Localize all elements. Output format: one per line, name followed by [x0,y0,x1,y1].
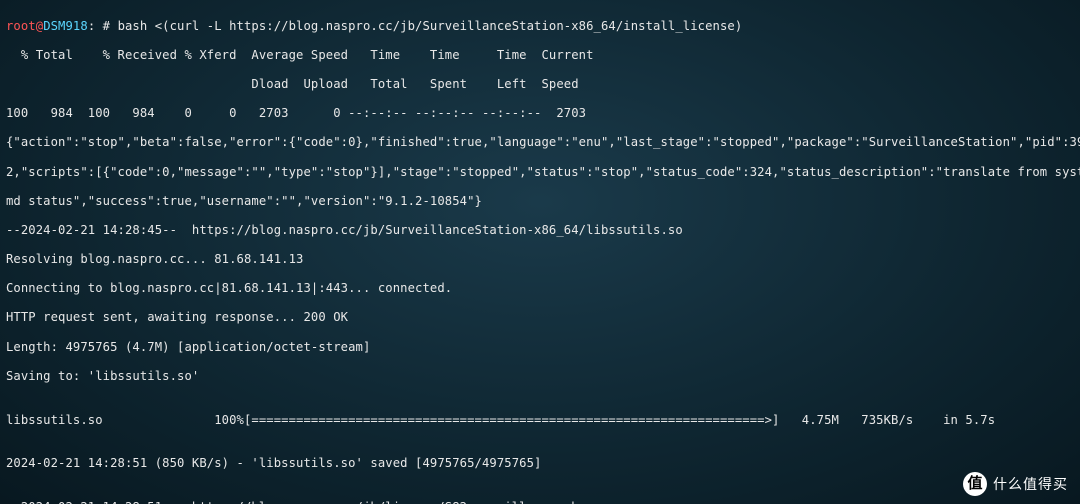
prompt-host: DSM918 [43,19,88,33]
prompt-user: root [6,19,36,33]
command-text: bash <(curl -L https://blog.naspro.cc/jb… [118,19,743,33]
output-line: Resolving blog.naspro.cc... 81.68.141.13 [6,252,1074,267]
output-line: 2024-02-21 14:28:51 (850 KB/s) - 'libssu… [6,456,1074,471]
prompt-line: root@DSM918: # bash <(curl -L https://bl… [6,19,1074,34]
output-line: Dload Upload Total Spent Left Speed [6,77,1074,92]
output-line: 2,"scripts":[{"code":0,"message":"","typ… [6,165,1074,180]
prompt-hash: # [95,19,117,33]
terminal-window[interactable]: root@DSM918: # bash <(curl -L https://bl… [0,0,1080,504]
watermark-text: 什么值得买 [993,477,1068,492]
output-line: Saving to: 'libssutils.so' [6,369,1074,384]
output-line: --2024-02-21 14:28:51-- https://blog.nas… [6,500,1074,504]
output-line: % Total % Received % Xferd Average Speed… [6,48,1074,63]
output-line: 100 984 100 984 0 0 2703 0 --:--:-- --:-… [6,106,1074,121]
output-line: {"action":"stop","beta":false,"error":{"… [6,135,1074,150]
watermark: 值 什么值得买 [963,472,1068,496]
output-line: Length: 4975765 (4.7M) [application/octe… [6,340,1074,355]
output-line: HTTP request sent, awaiting response... … [6,310,1074,325]
watermark-icon: 值 [963,472,987,496]
output-line: Connecting to blog.naspro.cc|81.68.141.1… [6,281,1074,296]
output-line: --2024-02-21 14:28:45-- https://blog.nas… [6,223,1074,238]
progress-line: libssutils.so 100%[=====================… [6,413,1074,428]
output-line: md status","success":true,"username":"",… [6,194,1074,209]
